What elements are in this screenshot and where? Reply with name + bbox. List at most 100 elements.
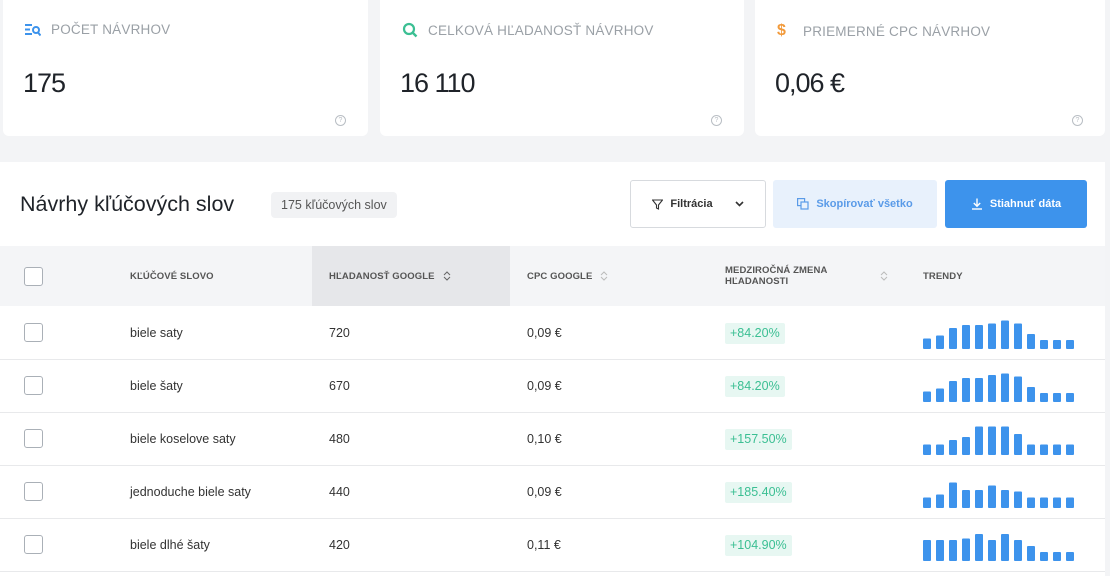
trend-bar (1001, 490, 1009, 508)
card-avg-cpc-header: $ PRIEMERNÉ CPC NÁVRHOV (777, 22, 990, 40)
trend-bar (923, 444, 931, 455)
cell-yoy-change: +104.90% (725, 534, 792, 556)
table-row[interactable]: biele saty 720 0,09 € +84.20% (0, 307, 1105, 360)
cell-yoy-change: +185.40% (725, 481, 792, 503)
row-checkbox[interactable] (24, 482, 43, 501)
help-icon[interactable]: ? (1072, 115, 1083, 126)
card-count: POČET NÁVRHOV 175 ? (3, 0, 368, 136)
download-button[interactable]: Stiahnuť dáta (945, 180, 1087, 228)
help-icon[interactable]: ? (711, 115, 722, 126)
cell-keyword: biele koselove saty (130, 432, 236, 446)
cell-cpc: 0,11 € (527, 538, 561, 552)
trend-sparkline (923, 320, 1074, 349)
filter-label: Filtrácia (670, 198, 713, 210)
table-row[interactable]: biele šaty 670 0,09 € +84.20% (0, 360, 1105, 413)
trend-bar (1066, 497, 1074, 508)
trend-bar (923, 497, 931, 508)
card-avg-cpc-label: PRIEMERNÉ CPC NÁVRHOV (803, 23, 991, 39)
copy-all-button[interactable]: Skopírovať všetko (773, 180, 937, 228)
cell-keyword: biele šaty (130, 379, 183, 393)
cell-yoy-change: +84.20% (725, 322, 785, 344)
card-total-search: CELKOVÁ HĽADANOSŤ NÁVRHOV 16 110 ? (380, 0, 744, 136)
card-count-header: POČET NÁVRHOV (25, 22, 170, 37)
table-row[interactable]: biele dlhé šaty 420 0,11 € +104.90% (0, 519, 1105, 572)
card-avg-cpc: $ PRIEMERNÉ CPC NÁVRHOV 0,06 € ? (755, 0, 1105, 136)
cell-cpc: 0,10 € (527, 432, 562, 446)
row-checkbox[interactable] (24, 376, 43, 395)
trend-bar (936, 444, 944, 455)
header-cpc[interactable]: CPC GOOGLE (527, 246, 608, 306)
trend-bar (962, 437, 970, 455)
trend-bar (1040, 444, 1048, 455)
trend-sparkline (923, 482, 1074, 508)
table-row[interactable]: biele koselove saty 480 0,10 € +157.50% (0, 413, 1105, 466)
trend-bar (1066, 393, 1074, 402)
table-row[interactable]: jednoduche biele saty 440 0,09 € +185.40% (0, 466, 1105, 519)
trend-sparkline (923, 426, 1074, 455)
keyword-count-badge: 175 kľúčových slov (271, 192, 397, 218)
header-google-search[interactable]: HĽADANOSŤ GOOGLE (312, 246, 510, 306)
cell-cpc: 0,09 € (527, 485, 562, 499)
trend-bar (1001, 534, 1009, 561)
download-label: Stiahnuť dáta (989, 198, 1062, 210)
trend-bar (923, 338, 931, 349)
trend-bar (1066, 552, 1074, 561)
row-checkbox[interactable] (24, 535, 43, 554)
trend-bar (1066, 444, 1074, 455)
trend-bar (949, 482, 957, 508)
panel-title: Návrhy kľúčových slov (20, 192, 235, 216)
trend-bar (962, 490, 970, 508)
cell-yoy-change-wrap: +104.90% (725, 519, 792, 571)
trend-bar (949, 540, 957, 561)
trend-bar (949, 328, 957, 349)
row-checkbox[interactable] (24, 429, 43, 448)
trend-bar (975, 426, 983, 455)
cell-yoy-change-wrap: +84.20% (725, 360, 785, 412)
header-yoy-line2: HĽADANOSTI (725, 276, 789, 287)
header-yoy-line1: MEDZIROČNÁ ZMENA (725, 265, 828, 276)
filter-icon (652, 198, 664, 210)
trend-bar (1053, 552, 1061, 561)
select-all-checkbox[interactable] (24, 267, 43, 286)
trend-bar (1027, 334, 1035, 349)
trend-bar (988, 426, 996, 455)
trend-bar (949, 440, 957, 455)
trend-bar (936, 494, 944, 508)
cell-keyword: jednoduche biele saty (130, 485, 251, 499)
cell-yoy-change-wrap: +185.40% (725, 466, 792, 518)
keyword-suggestions-panel: Návrhy kľúčových slov 175 kľúčových slov… (0, 162, 1105, 576)
cell-search-volume: 420 (329, 538, 350, 552)
trend-bar (1040, 552, 1048, 561)
trend-bar (1027, 497, 1035, 508)
filter-button[interactable]: Filtrácia (630, 180, 766, 228)
header-cpc-label: CPC GOOGLE (527, 270, 593, 282)
trend-bar (975, 378, 983, 402)
sort-icon (443, 271, 450, 281)
trend-bar (923, 391, 931, 402)
trend-bar (988, 540, 996, 561)
header-keyword[interactable]: KĽÚČOVÉ SLOVO (130, 246, 214, 306)
trend-bar (1040, 497, 1048, 508)
header-yoy-change[interactable]: MEDZIROČNÁ ZMENA HĽADANOSTI (725, 246, 890, 306)
sort-icon (601, 271, 608, 281)
trend-bar (975, 534, 983, 561)
cell-yoy-change: +84.20% (725, 375, 785, 397)
trend-bar (962, 538, 970, 561)
cell-keyword: biele saty (130, 326, 183, 340)
trend-bar (936, 335, 944, 349)
trend-bar (975, 490, 983, 508)
trend-bar (1014, 540, 1022, 561)
trend-bar (936, 540, 944, 561)
trend-bar (923, 540, 931, 561)
row-checkbox[interactable] (24, 323, 43, 342)
trend-bar (1014, 323, 1022, 349)
trend-sparkline (923, 534, 1074, 561)
cell-yoy-change-wrap: +84.20% (725, 307, 785, 359)
help-icon[interactable]: ? (335, 115, 346, 126)
trend-bar (949, 381, 957, 402)
trend-bar (1001, 426, 1009, 455)
dollar-icon: $ (777, 22, 787, 39)
trend-bar (1053, 393, 1061, 402)
trend-bar (962, 325, 970, 349)
search-icon (402, 22, 428, 38)
